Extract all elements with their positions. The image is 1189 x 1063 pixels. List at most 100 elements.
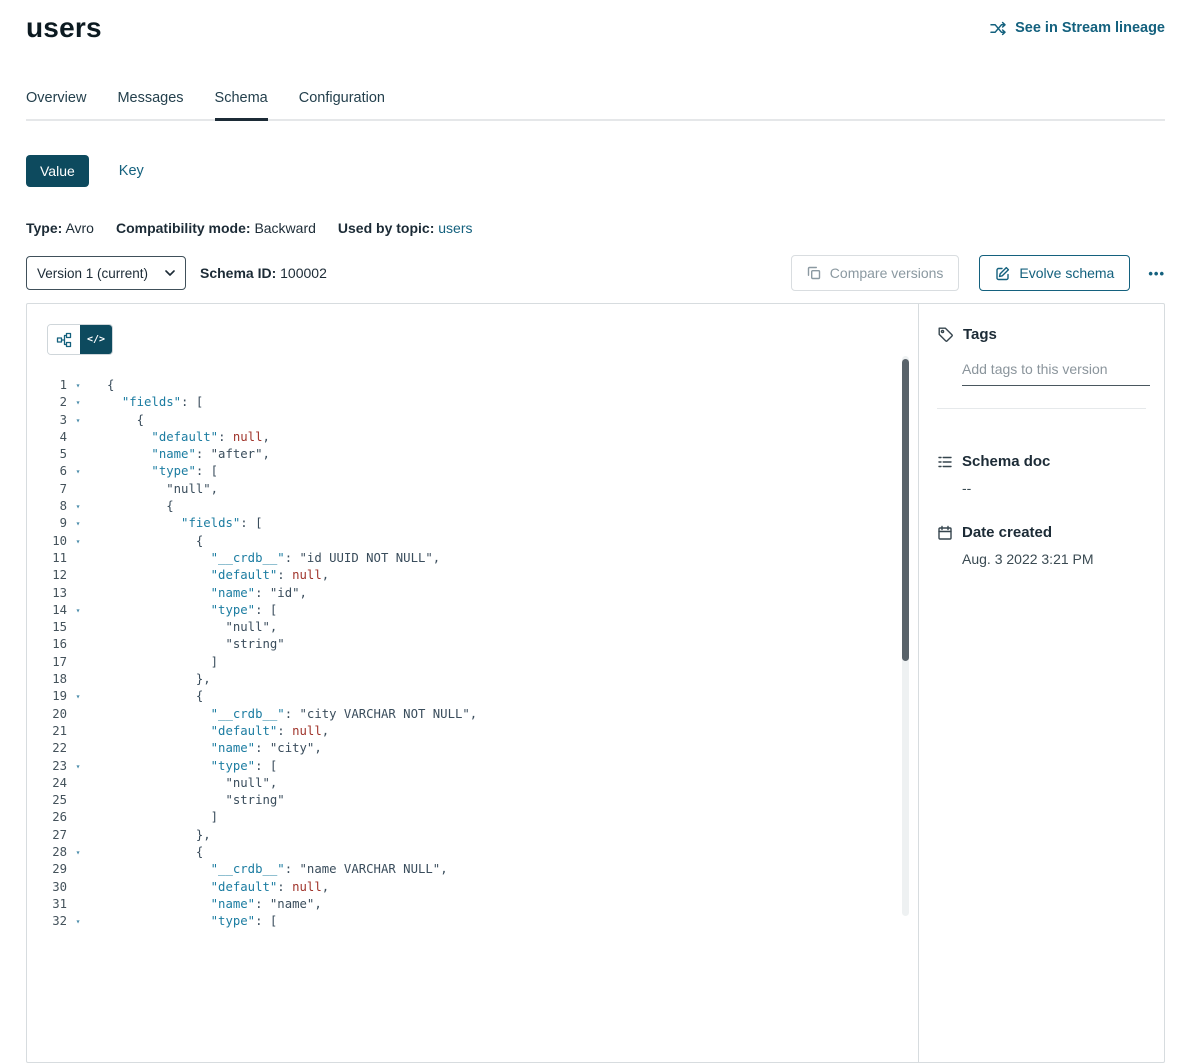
code-line: 3▾ { — [27, 412, 918, 429]
fold-arrow-icon[interactable]: ▾ — [67, 412, 89, 429]
scrollbar-thumb[interactable] — [902, 359, 909, 661]
fold-arrow-placeholder — [67, 429, 89, 446]
code-line: 23▾ "type": [ — [27, 758, 918, 775]
code-line: 17 ] — [27, 654, 918, 671]
meta-topic: Used by topic: users — [338, 220, 473, 236]
compare-versions-label: Compare versions — [830, 265, 944, 281]
tab-schema[interactable]: Schema — [215, 90, 268, 119]
fold-arrow-placeholder — [67, 879, 89, 896]
code-line: 22 "name": "city", — [27, 740, 918, 757]
line-number: 18 — [27, 671, 67, 688]
tab-messages[interactable]: Messages — [117, 90, 183, 119]
code-line: 30 "default": null, — [27, 879, 918, 896]
fold-arrow-placeholder — [67, 827, 89, 844]
line-number: 3 — [27, 412, 67, 429]
editor-scrollbar — [902, 356, 909, 916]
version-select[interactable]: Version 1 (current) — [26, 256, 186, 290]
fold-arrow-placeholder — [67, 775, 89, 792]
tab-configuration[interactable]: Configuration — [299, 90, 385, 119]
fold-arrow-placeholder — [67, 550, 89, 567]
tree-view-button[interactable] — [48, 325, 80, 354]
date-created-value: Aug. 3 2022 3:21 PM — [962, 551, 1146, 567]
schema-doc-icon — [937, 454, 953, 470]
tab-bar: Overview Messages Schema Configuration — [26, 90, 1165, 121]
tags-input[interactable] — [962, 359, 1150, 386]
code-text: "__crdb__": "name VARCHAR NULL", — [89, 861, 448, 878]
fold-arrow-icon[interactable]: ▾ — [67, 463, 89, 480]
schema-doc-section-header: Schema doc — [937, 453, 1146, 470]
code-view-button[interactable]: </> — [80, 325, 112, 354]
tab-overview[interactable]: Overview — [26, 90, 86, 119]
line-number: 23 — [27, 758, 67, 775]
line-number: 21 — [27, 723, 67, 740]
code-line: 4 "default": null, — [27, 429, 918, 446]
evolve-schema-button[interactable]: Evolve schema — [979, 255, 1130, 291]
code-line: 9▾ "fields": [ — [27, 515, 918, 532]
line-number: 26 — [27, 809, 67, 826]
line-number: 11 — [27, 550, 67, 567]
code-line: 25 "string" — [27, 792, 918, 809]
line-number: 29 — [27, 861, 67, 878]
key-toggle-link[interactable]: Key — [119, 163, 144, 179]
code-text: "type": [ — [89, 602, 277, 619]
fold-arrow-placeholder — [67, 740, 89, 757]
code-text: "default": null, — [89, 567, 329, 584]
schema-doc-value: -- — [962, 480, 1146, 496]
compare-versions-icon — [807, 266, 821, 280]
code-line: 31 "name": "name", — [27, 896, 918, 913]
fold-arrow-placeholder — [67, 861, 89, 878]
evolve-schema-label: Evolve schema — [1019, 265, 1114, 281]
more-options-button[interactable]: ••• — [1148, 266, 1165, 281]
code-area: 1▾{2▾ "fields": [3▾ {4 "default": null,5… — [27, 377, 918, 931]
fold-arrow-placeholder — [67, 481, 89, 498]
code-line: 1▾{ — [27, 377, 918, 394]
calendar-icon — [937, 525, 953, 541]
code-text: { — [89, 377, 114, 394]
meta-type-value: Avro — [65, 220, 94, 236]
meta-topic-link[interactable]: users — [438, 220, 472, 236]
code-text: "name": "after", — [89, 446, 270, 463]
tags-section-header: Tags — [937, 326, 1146, 343]
code-line: 21 "default": null, — [27, 723, 918, 740]
tags-title: Tags — [963, 326, 997, 343]
fold-arrow-icon[interactable]: ▾ — [67, 394, 89, 411]
fold-arrow-placeholder — [67, 619, 89, 636]
fold-arrow-icon[interactable]: ▾ — [67, 515, 89, 532]
date-created-section-header: Date created — [937, 524, 1146, 541]
code-text: "default": null, — [89, 429, 270, 446]
fold-arrow-icon[interactable]: ▾ — [67, 498, 89, 515]
line-number: 31 — [27, 896, 67, 913]
code-text: "null", — [89, 481, 218, 498]
schema-doc-title: Schema doc — [962, 453, 1050, 470]
stream-lineage-link[interactable]: See in Stream lineage — [990, 20, 1165, 36]
fold-arrow-placeholder — [67, 723, 89, 740]
fold-arrow-placeholder — [67, 671, 89, 688]
line-number: 5 — [27, 446, 67, 463]
meta-compatibility: Compatibility mode: Backward — [116, 220, 316, 236]
fold-arrow-placeholder — [67, 446, 89, 463]
fold-arrow-placeholder — [67, 809, 89, 826]
code-line: 10▾ { — [27, 533, 918, 550]
value-toggle-button[interactable]: Value — [26, 155, 89, 187]
version-select-wrap: Version 1 (current) — [26, 256, 186, 290]
code-text: }, — [89, 671, 211, 688]
code-text: "string" — [89, 792, 285, 809]
sidebar-divider — [937, 408, 1146, 409]
code-line: 27 }, — [27, 827, 918, 844]
schema-sidebar: Tags Schema doc -- Date created Aug. 3 2… — [918, 304, 1164, 1062]
stream-lineage-label: See in Stream lineage — [1015, 20, 1165, 36]
fold-arrow-icon[interactable]: ▾ — [67, 533, 89, 550]
fold-arrow-icon[interactable]: ▾ — [67, 688, 89, 705]
fold-arrow-icon[interactable]: ▾ — [67, 758, 89, 775]
fold-arrow-icon[interactable]: ▾ — [67, 602, 89, 619]
page-title: users — [26, 12, 102, 44]
code-text: { — [89, 688, 203, 705]
fold-arrow-icon[interactable]: ▾ — [67, 377, 89, 394]
line-number: 4 — [27, 429, 67, 446]
line-number: 16 — [27, 636, 67, 653]
code-text: "type": [ — [89, 758, 277, 775]
compare-versions-button[interactable]: Compare versions — [791, 255, 960, 291]
fold-arrow-icon[interactable]: ▾ — [67, 844, 89, 861]
code-text: "fields": [ — [89, 515, 263, 532]
evolve-schema-icon — [995, 266, 1010, 281]
